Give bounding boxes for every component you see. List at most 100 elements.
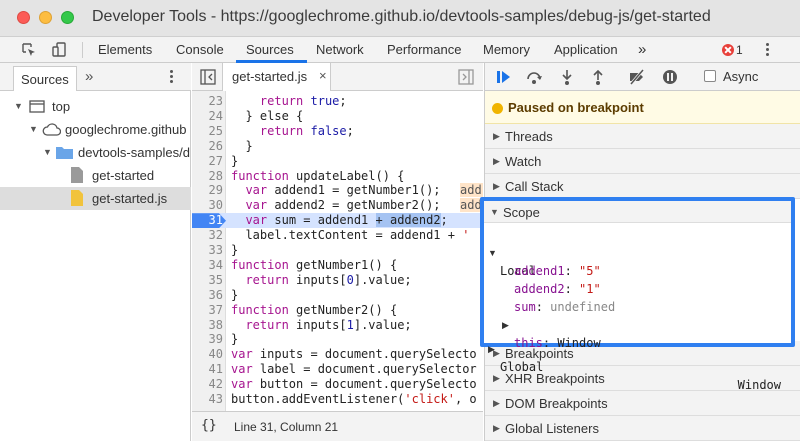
line-number[interactable]: 30 xyxy=(192,198,223,213)
code-text: return inputs[0].value; xyxy=(245,272,412,287)
code-line[interactable]: 25 return false; xyxy=(192,124,483,139)
line-number[interactable]: 24 xyxy=(192,109,223,124)
tab-memory[interactable]: Memory xyxy=(483,37,530,63)
line-number[interactable]: 34 xyxy=(192,258,223,273)
tab-elements[interactable]: Elements xyxy=(98,37,152,63)
code-line[interactable]: 35 return inputs[0].value; xyxy=(192,273,483,288)
code-line[interactable]: 38 return inputs[1].value; xyxy=(192,318,483,333)
line-number[interactable]: 26 xyxy=(192,139,223,154)
pane-watch[interactable]: ▶ Watch xyxy=(485,149,800,174)
navigator-more-button[interactable]: » xyxy=(85,68,93,85)
scope-variable[interactable]: addend1: "5" xyxy=(484,244,791,278)
code-text: var inputs = document.querySelecto xyxy=(231,347,477,362)
close-window-button[interactable] xyxy=(17,11,30,24)
tree-item-label: googlechrome.github xyxy=(65,122,187,137)
code-line[interactable]: 27} xyxy=(192,154,483,169)
line-number[interactable]: 28 xyxy=(192,169,223,184)
tree-item-domain[interactable]: ▼ googlechrome.github xyxy=(0,118,191,141)
error-count[interactable]: 1 xyxy=(736,37,743,63)
line-number[interactable]: 37 xyxy=(192,303,223,318)
line-number[interactable]: 38 xyxy=(192,318,223,333)
toggle-navigator-icon[interactable] xyxy=(200,69,216,85)
code-line[interactable]: 28 function updateLabel() { xyxy=(192,169,483,184)
expand-triangle-icon[interactable]: ▼ xyxy=(14,95,23,118)
minimize-window-button[interactable] xyxy=(39,11,52,24)
scope-variable[interactable]: addend2: "1" xyxy=(484,262,791,296)
line-number[interactable]: 43 xyxy=(192,392,223,407)
code-line[interactable]: 33} xyxy=(192,243,483,258)
code-line[interactable]: 23 return true; xyxy=(192,94,483,109)
step-into-icon[interactable] xyxy=(558,68,576,86)
tree-item-top[interactable]: ▼ top xyxy=(0,95,191,118)
resume-icon[interactable] xyxy=(495,68,513,86)
code-line[interactable]: 32 label.textContent = addend1 + ' xyxy=(192,228,483,243)
code-line[interactable]: 40 var inputs = document.querySelecto xyxy=(192,347,483,362)
tab-console[interactable]: Console xyxy=(176,37,224,63)
toggle-debugger-icon[interactable] xyxy=(458,69,474,85)
tab-performance[interactable]: Performance xyxy=(387,37,461,63)
pane-threads[interactable]: ▶ Threads xyxy=(485,124,800,149)
line-number[interactable]: 32 xyxy=(192,228,223,243)
step-out-icon[interactable] xyxy=(589,68,607,86)
scope-variable[interactable]: sum: undefined xyxy=(484,280,791,314)
code-line[interactable]: 42 var button = document.querySelecto xyxy=(192,377,483,392)
pane-global-listeners[interactable]: ▶ Global Listeners xyxy=(485,416,800,441)
code-line[interactable]: 36} xyxy=(192,288,483,303)
kebab-menu-icon[interactable] xyxy=(766,43,770,57)
navigator-menu-icon[interactable] xyxy=(170,70,174,84)
line-number[interactable]: 36 xyxy=(192,288,223,303)
navigator-header: Sources » xyxy=(0,63,191,91)
line-number[interactable]: 33 xyxy=(192,243,223,258)
code-text: } xyxy=(231,287,239,302)
tree-item-file[interactable]: get-started xyxy=(0,164,191,187)
code-line-paused[interactable]: 31 var sum = addend1 + addend2; xyxy=(192,213,483,229)
frame-icon xyxy=(29,100,45,113)
code-line[interactable]: 39} xyxy=(192,332,483,347)
zoom-window-button[interactable] xyxy=(61,11,74,24)
code-line[interactable]: 29 var addend1 = getNumber1(); xyxy=(192,183,483,198)
code-text: } xyxy=(231,153,239,168)
scope-local-row[interactable]: ▼ Local xyxy=(484,226,791,278)
close-tab-icon[interactable]: × xyxy=(319,68,327,83)
line-number[interactable]: 25 xyxy=(192,124,223,139)
code-line[interactable]: 43 button.addEventListener('click', o xyxy=(192,392,483,407)
line-number[interactable]: 35 xyxy=(192,273,223,288)
scope-this-row[interactable]: ▶ this: Window xyxy=(484,298,791,350)
code-line[interactable]: 26 } xyxy=(192,139,483,154)
line-number[interactable]: 29 xyxy=(192,183,223,198)
line-number[interactable]: 41 xyxy=(192,362,223,377)
line-number[interactable]: 42 xyxy=(192,377,223,392)
line-number[interactable]: 27 xyxy=(192,154,223,169)
deactivate-breakpoints-icon[interactable] xyxy=(628,68,646,86)
more-tabs-button[interactable]: » xyxy=(638,37,646,63)
inspect-element-icon[interactable] xyxy=(20,41,38,59)
expand-triangle-icon[interactable]: ▼ xyxy=(29,118,38,141)
code-line[interactable]: 41 var label = document.querySelector xyxy=(192,362,483,377)
error-icon[interactable] xyxy=(722,44,734,56)
code-line[interactable]: 37 function getNumber2() { xyxy=(192,303,483,318)
pane-dom-breakpoints[interactable]: ▶ DOM Breakpoints xyxy=(485,391,800,416)
line-number[interactable]: 23 xyxy=(192,94,223,109)
tab-network[interactable]: Network xyxy=(316,37,364,63)
pretty-print-button[interactable]: {} xyxy=(201,418,217,433)
line-number[interactable]: 40 xyxy=(192,347,223,362)
tree-item-folder[interactable]: ▼ devtools-samples/d xyxy=(0,141,191,164)
tab-application[interactable]: Application xyxy=(554,37,618,63)
line-number[interactable]: 39 xyxy=(192,332,223,347)
line-number[interactable]: 31 xyxy=(192,213,223,228)
device-toolbar-icon[interactable] xyxy=(50,41,68,59)
scope-header[interactable]: ▼ Scope xyxy=(484,201,791,223)
pause-on-exceptions-icon[interactable] xyxy=(661,68,679,86)
editor-tab-get-started-js[interactable]: get-started.js × xyxy=(222,63,331,91)
tree-item-file-selected[interactable]: get-started.js xyxy=(0,187,191,210)
async-checkbox[interactable] xyxy=(704,70,716,82)
step-over-icon[interactable] xyxy=(525,68,543,86)
expand-triangle-icon[interactable]: ▼ xyxy=(43,141,52,164)
pane-call-stack[interactable]: ▶ Call Stack xyxy=(485,174,800,199)
code-area[interactable]: 23 return true; 24 } else {25 return fals… xyxy=(192,91,483,411)
code-line[interactable]: 30 var addend2 = getNumber2(); xyxy=(192,198,483,213)
tab-navigator-sources[interactable]: Sources xyxy=(13,66,77,91)
code-line[interactable]: 24 } else { xyxy=(192,109,483,124)
scope-global-row[interactable]: ▶ Global Window xyxy=(484,322,791,392)
code-line[interactable]: 34 function getNumber1() { xyxy=(192,258,483,273)
